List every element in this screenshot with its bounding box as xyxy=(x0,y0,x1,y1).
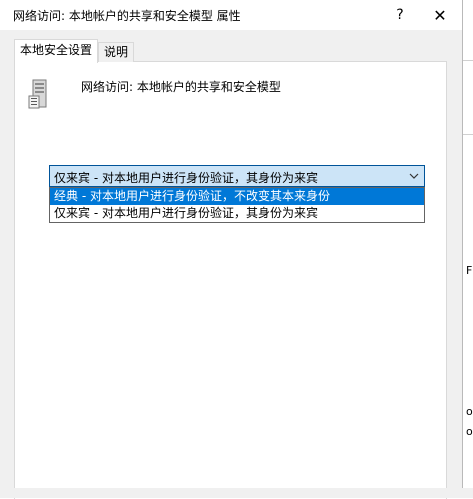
background-window-divider xyxy=(463,134,473,135)
tab-explain[interactable]: 说明 xyxy=(98,42,135,62)
dropdown-option-guest-only[interactable]: 仅来宾 - 对本地用户进行身份验证，其身份为来宾 xyxy=(50,205,424,222)
background-window-divider xyxy=(463,60,473,61)
security-model-combobox[interactable]: 仅来宾 - 对本地用户进行身份验证，其身份为来宾 xyxy=(49,165,425,187)
help-button[interactable]: ? xyxy=(378,0,422,30)
background-window-text: o xyxy=(466,425,473,438)
combobox-selected-value: 仅来宾 - 对本地用户进行身份验证，其身份为来宾 xyxy=(54,171,318,185)
tab-panel-local-security-setting xyxy=(14,61,447,499)
policy-computer-icon xyxy=(28,79,47,109)
title-bar[interactable]: 网络访问: 本地帐户的共享和安全模型 属性 ? ✕ xyxy=(0,0,462,30)
close-icon: ✕ xyxy=(433,5,447,25)
combobox-dropdown-list: 经典 - 对本地用户进行身份验证，不改变其本来身份 仅来宾 - 对本地用户进行身… xyxy=(49,187,425,223)
policy-name: 网络访问: 本地帐户的共享和安全模型 xyxy=(81,80,281,94)
background-window-text: o xyxy=(466,405,473,418)
background-window xyxy=(463,0,473,498)
bottom-edge xyxy=(0,488,473,498)
window-title: 网络访问: 本地帐户的共享和安全模型 属性 xyxy=(13,9,241,23)
close-button[interactable]: ✕ xyxy=(418,0,462,30)
properties-dialog: 网络访问: 本地帐户的共享和安全模型 属性 ? ✕ 本地安全设置 说明 网络访问… xyxy=(0,0,463,499)
background-window-text: F xyxy=(466,264,473,277)
tab-local-security-setting[interactable]: 本地安全设置 xyxy=(14,39,99,63)
help-icon: ? xyxy=(396,7,404,23)
dropdown-option-classic[interactable]: 经典 - 对本地用户进行身份验证，不改变其本来身份 xyxy=(50,188,424,205)
chevron-down-icon[interactable] xyxy=(407,168,421,184)
